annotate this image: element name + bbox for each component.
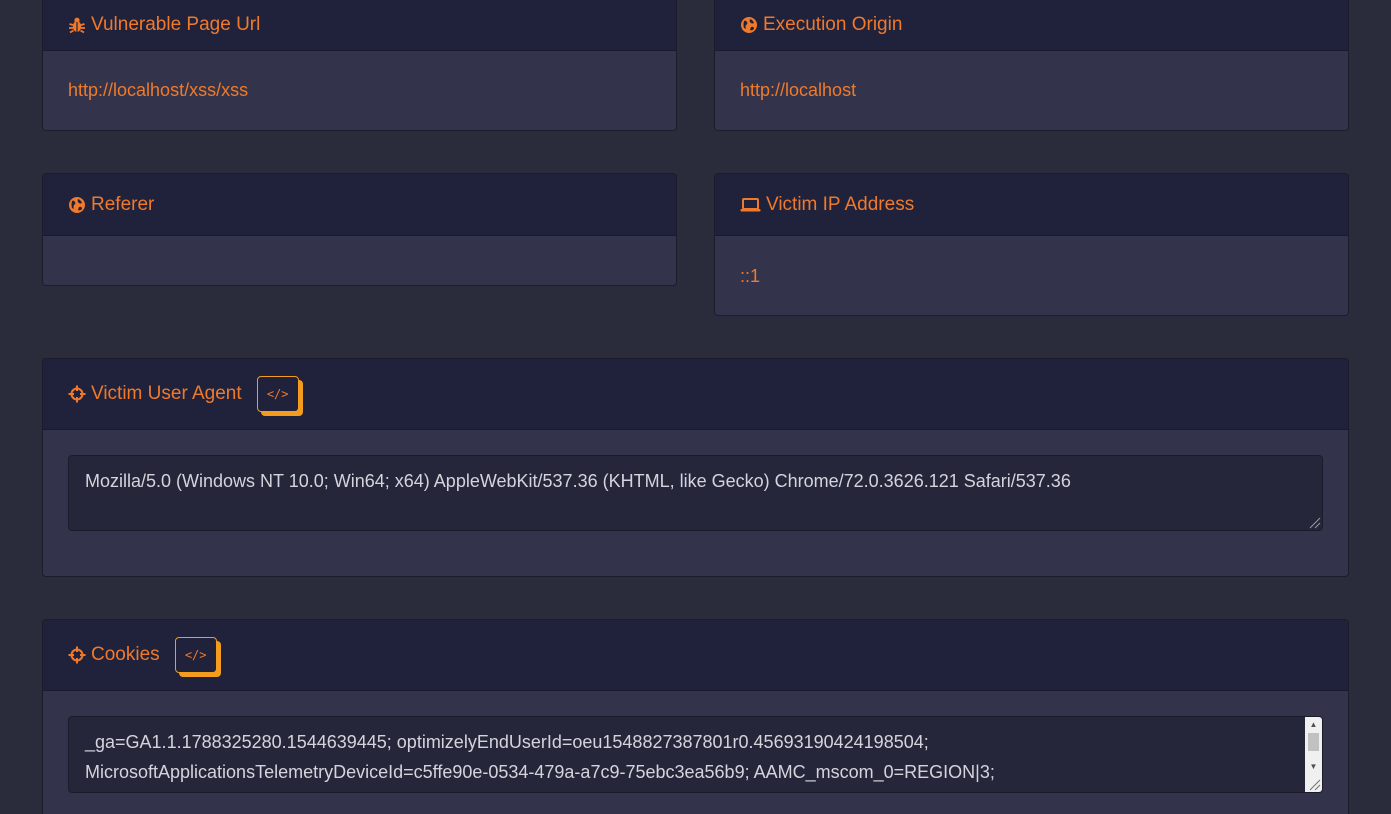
- globe-icon: [740, 16, 758, 34]
- crosshairs-icon: [68, 646, 86, 664]
- referer-title: Referer: [91, 193, 155, 215]
- vulnerable-url-title: Vulnerable Page Url: [91, 13, 261, 35]
- resize-grip-icon[interactable]: [1307, 515, 1321, 529]
- execution-origin-card: Execution Origin http://localhost: [714, 0, 1349, 131]
- victim-ip-header: Victim IP Address: [715, 174, 1348, 236]
- vulnerable-url-body: http://localhost/xss/xss: [43, 51, 676, 101]
- crosshairs-icon: [68, 385, 86, 403]
- execution-origin-title: Execution Origin: [763, 13, 903, 35]
- user-agent-title: Victim User Agent: [91, 383, 242, 404]
- laptop-icon: [740, 196, 761, 214]
- cookies-code-button[interactable]: </>: [174, 637, 217, 673]
- referer-card: Referer: [42, 173, 677, 286]
- referer-header: Referer: [43, 174, 676, 236]
- scroll-down-arrow-icon[interactable]: ▼: [1305, 759, 1322, 774]
- globe-icon: [68, 196, 86, 214]
- cookies-line-1: _ga=GA1.1.1788325280.1544639445; optimiz…: [85, 732, 929, 752]
- code-icon: </>: [266, 387, 289, 401]
- vulnerable-url-header: Vulnerable Page Url: [43, 0, 676, 51]
- victim-ip-title: Victim IP Address: [766, 193, 915, 215]
- execution-origin-value[interactable]: http://localhost: [740, 80, 856, 100]
- cookies-title: Cookies: [91, 644, 160, 665]
- cookies-line-2: MicrosoftApplicationsTelemetryDeviceId=c…: [85, 762, 995, 782]
- user-agent-code-button[interactable]: </>: [256, 376, 299, 412]
- execution-origin-header: Execution Origin: [715, 0, 1348, 51]
- referer-body: [43, 236, 676, 256]
- bug-icon: [68, 16, 86, 34]
- vulnerable-url-card: Vulnerable Page Url http://localhost/xss…: [42, 0, 677, 131]
- execution-origin-body: http://localhost: [715, 51, 1348, 101]
- user-agent-textarea[interactable]: Mozilla/5.0 (Windows NT 10.0; Win64; x64…: [68, 455, 1323, 531]
- code-icon: </>: [184, 648, 207, 662]
- scroll-thumb[interactable]: [1308, 733, 1319, 751]
- victim-ip-body: ::1: [715, 236, 1348, 287]
- user-agent-header: Victim User Agent </>: [43, 359, 1348, 430]
- scroll-up-arrow-icon[interactable]: ▲: [1305, 717, 1322, 732]
- cookies-textarea[interactable]: _ga=GA1.1.1788325280.1544639445; optimiz…: [68, 716, 1323, 793]
- vulnerable-url-value[interactable]: http://localhost/xss/xss: [68, 80, 248, 100]
- cookies-card: Cookies </> _ga=GA1.1.1788325280.1544639…: [42, 619, 1349, 814]
- user-agent-value: Mozilla/5.0 (Windows NT 10.0; Win64; x64…: [85, 471, 1071, 491]
- page: Vulnerable Page Url http://localhost/xss…: [0, 0, 1391, 814]
- victim-ip-card: Victim IP Address ::1: [714, 173, 1349, 316]
- cookies-header: Cookies </>: [43, 620, 1348, 691]
- victim-ip-value[interactable]: ::1: [740, 266, 760, 286]
- resize-grip-icon[interactable]: [1307, 777, 1321, 791]
- user-agent-card: Victim User Agent </> Mozilla/5.0 (Windo…: [42, 358, 1349, 577]
